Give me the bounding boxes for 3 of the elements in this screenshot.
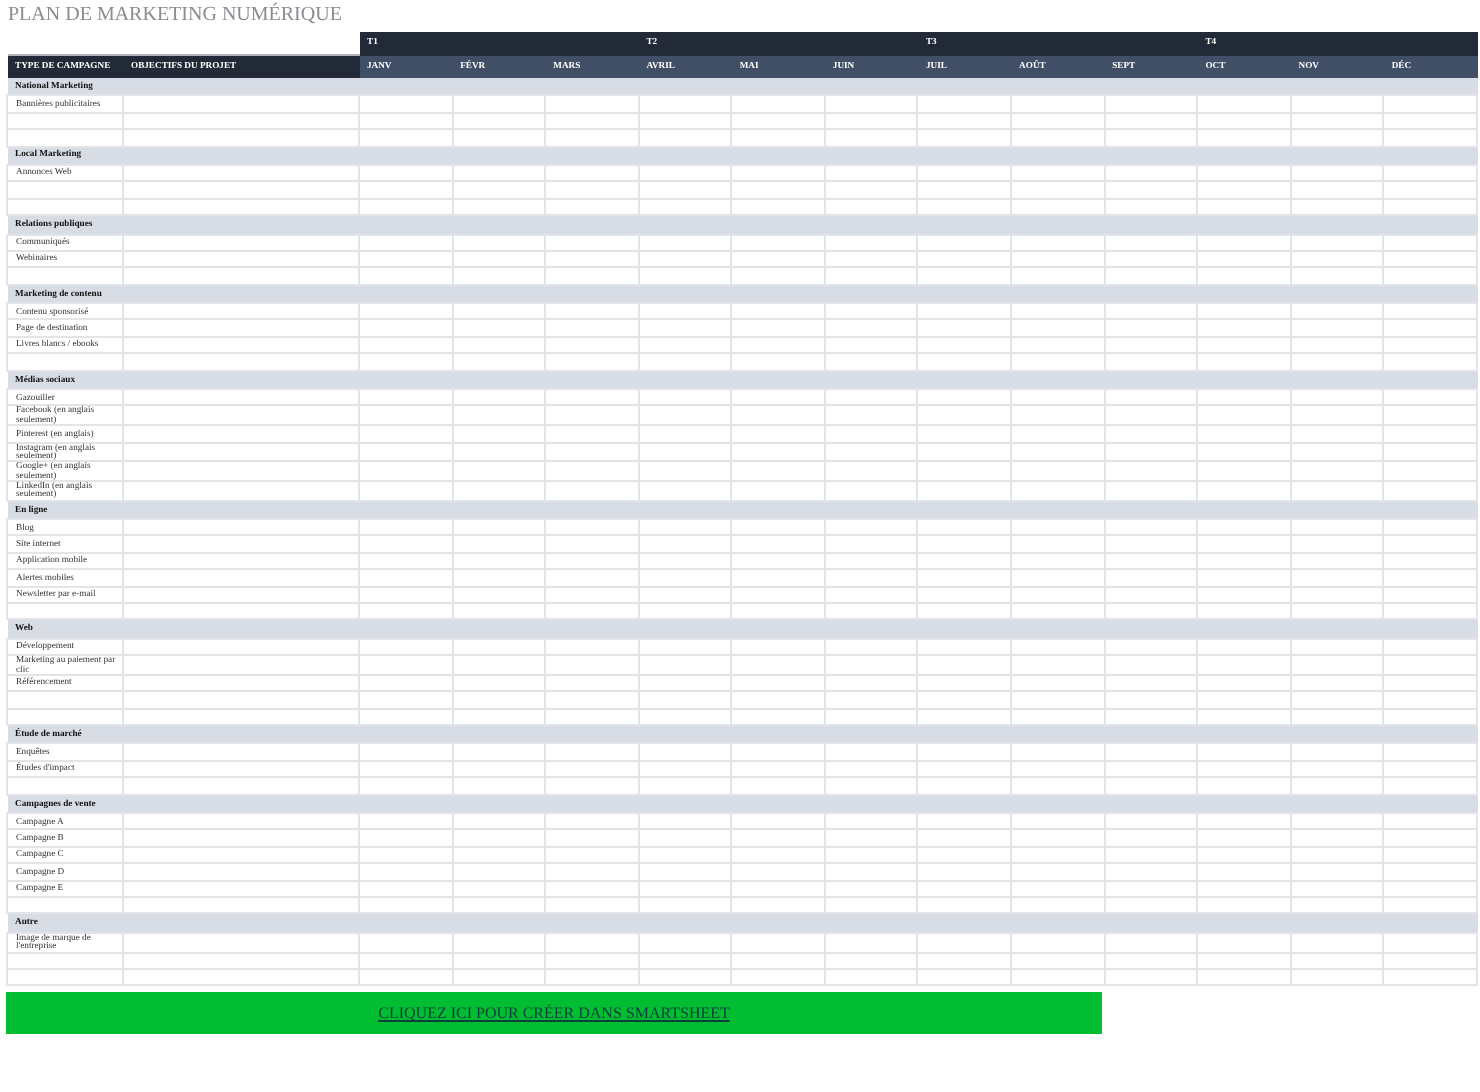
- cta-link[interactable]: CLIQUEZ ICI POUR CRÉER DANS SMARTSHEET: [378, 1004, 730, 1023]
- page-title: PLAN DE MARKETING NUMÉRIQUE: [6, 2, 344, 30]
- cta-banner[interactable]: CLIQUEZ ICI POUR CRÉER DANS SMARTSHEET: [6, 992, 1102, 1035]
